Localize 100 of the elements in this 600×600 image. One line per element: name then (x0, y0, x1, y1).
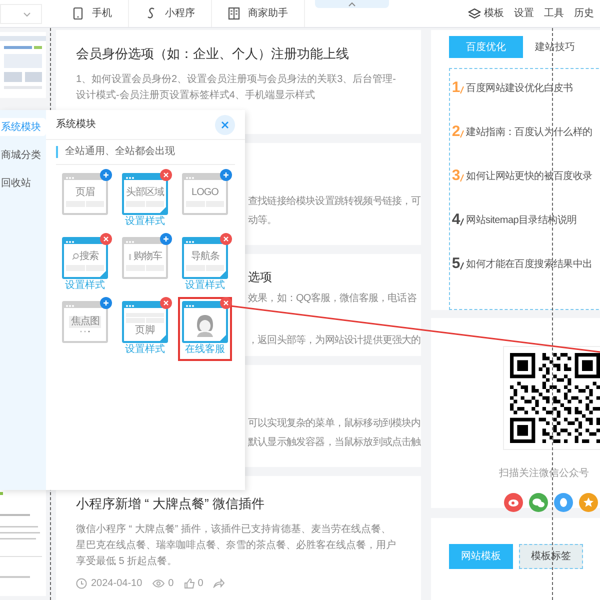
avatar-icon (194, 312, 216, 336)
article-summary: 可以实现复杂的菜单，鼠标移动到模块内 (248, 417, 421, 430)
remove-button[interactable] (220, 233, 232, 245)
module-card[interactable]: 头部区域 设置样式 (118, 169, 172, 233)
tile-label: 导航条 (190, 250, 220, 262)
plus-icon (103, 300, 109, 306)
nav-tab[interactable]: 小程序 (129, 0, 212, 27)
slash-icon (460, 130, 464, 138)
module-card[interactable]: 搜索 设置样式 (58, 233, 112, 297)
tile-label: 页眉 (76, 186, 94, 198)
corner-mark-icon (220, 271, 226, 277)
panel-nav-item[interactable]: 回收站 (0, 174, 46, 192)
applet-icon (145, 7, 157, 20)
remove-button[interactable] (160, 169, 172, 181)
article-link[interactable]: 百度网站建设优化白皮书 (466, 82, 573, 96)
search-icon (72, 253, 78, 260)
layout-placeholder (186, 264, 224, 270)
remove-button[interactable] (100, 233, 112, 245)
remove-button[interactable] (220, 297, 232, 309)
tile-label: 购物车 (133, 250, 162, 262)
close-icon (221, 120, 229, 128)
article-summary: 微信小程序 “ 大牌点餐” 插件，该插件已支持肯德基、麦当劳在线点餐、星巴克在线点餐、瑞幸咖啡点餐、奈雪的茶点餐、必胜客在线点餐，用户享受最低 5 折起点餐。 (76, 522, 397, 568)
book-icon (228, 7, 240, 20)
pager-dots-icon (79, 330, 91, 333)
plus-icon (103, 172, 109, 178)
rank-number: 2 (452, 124, 460, 140)
thumbs-up-icon (184, 578, 195, 588)
corner-mark-icon (160, 335, 166, 341)
close-icon (163, 172, 169, 178)
add-button[interactable] (220, 169, 232, 181)
date-text: 2024-04-10 (91, 576, 142, 590)
slash-icon (460, 262, 464, 270)
close-icon (163, 300, 169, 306)
share-icon (213, 578, 226, 588)
phone-icon (72, 7, 84, 20)
tab[interactable]: 建站技巧 (534, 36, 575, 58)
article-title[interactable]: 小程序新增 “ 大牌点餐” 微信插件 (76, 494, 401, 514)
article-summary: 默认显示触发容器，当鼠标放到或点击触 (248, 436, 421, 449)
article-summary: ，返回头部等，为网站设计提供更强大的 (248, 334, 421, 347)
module-card[interactable]: 页脚 设置样式 (118, 297, 172, 361)
tile-label: 页脚 (135, 325, 155, 336)
article-link[interactable]: 如何才能在百度搜索结果中出 (466, 258, 592, 272)
slash-icon (460, 86, 464, 94)
article-link[interactable]: 网站sitemap目录结构说明 (466, 214, 577, 228)
nav-tab[interactable]: 手机 (56, 0, 129, 27)
qr-caption: 扫描关注微信公众号 (498, 466, 590, 481)
toolbar-link[interactable]: 工具 (544, 6, 564, 21)
like-count: 0 (198, 576, 204, 590)
module-card[interactable]: 导航条 设置样式 (178, 233, 232, 297)
article-title[interactable]: 选项 (248, 268, 421, 286)
rank-number: 3 (452, 168, 460, 184)
corner-mark-icon (160, 207, 166, 213)
article-summary: 效果，如：QQ客服，微信客服，电话咨 (248, 292, 418, 305)
module-card[interactable]: LOGO (178, 169, 232, 233)
add-button[interactable] (160, 233, 172, 245)
corner-mark-icon (100, 271, 106, 277)
tile-label: 焦点图 (70, 316, 100, 328)
rank-number: 5 (452, 256, 460, 272)
nav-tab[interactable]: 商家助手 (212, 0, 305, 27)
panel-title: 系统模块 (56, 118, 96, 132)
plus-icon (223, 172, 229, 178)
article-title[interactable]: 会员身份选项（如：企业、个人）注册功能上线 (76, 44, 401, 64)
article-summary: 1、如何设置会员身份2、设置会员注册项与会员身法的关联3、后台管理-设计模式-会员注册页设置标签样式4、手机端显示样式 (76, 72, 398, 102)
slash-icon (460, 218, 464, 226)
plus-icon (163, 236, 169, 242)
add-button[interactable] (100, 169, 112, 181)
close-button[interactable] (215, 114, 235, 134)
view-count: 0 (168, 576, 174, 590)
add-button[interactable] (100, 297, 112, 309)
eye-icon (152, 578, 166, 588)
article-summary: 查找链接给模块设置跳转视频号链接，可 (248, 195, 421, 208)
toolbar-link[interactable]: 模板 (468, 6, 504, 21)
toolbar-link[interactable]: 历史 (574, 6, 594, 21)
close-icon (223, 300, 229, 306)
slash-icon (460, 174, 464, 182)
layout-placeholder (66, 264, 104, 270)
rank-number: 1 (452, 80, 460, 96)
layout-placeholder (126, 200, 164, 206)
toolbar-link[interactable]: 设置 (514, 6, 534, 21)
corner-mark-icon (220, 335, 226, 341)
close-icon (223, 236, 229, 242)
close-icon (103, 236, 109, 242)
tile-label: 搜索 (80, 250, 98, 262)
chevron-down-icon (23, 12, 31, 16)
notice-text: 全站通用、全站都会出现 (56, 146, 175, 158)
panel-nav-item[interactable]: 商城分类 (0, 146, 46, 164)
social-icon[interactable] (578, 493, 598, 512)
social-icon[interactable] (504, 493, 523, 512)
social-icon[interactable] (528, 493, 548, 512)
dropdown-field[interactable] (0, 4, 42, 24)
clock-icon (76, 578, 87, 588)
tab[interactable]: 模板标签 (518, 544, 583, 569)
social-icon[interactable] (554, 493, 573, 512)
module-card[interactable]: 页眉 (58, 169, 112, 233)
remove-button[interactable] (160, 297, 172, 309)
layers-icon (468, 8, 481, 20)
rank-number: 4 (452, 212, 460, 228)
caret-up-icon (348, 2, 356, 6)
tile-label: LOGO (192, 186, 218, 198)
module-card[interactable]: 购物车 (118, 233, 172, 297)
